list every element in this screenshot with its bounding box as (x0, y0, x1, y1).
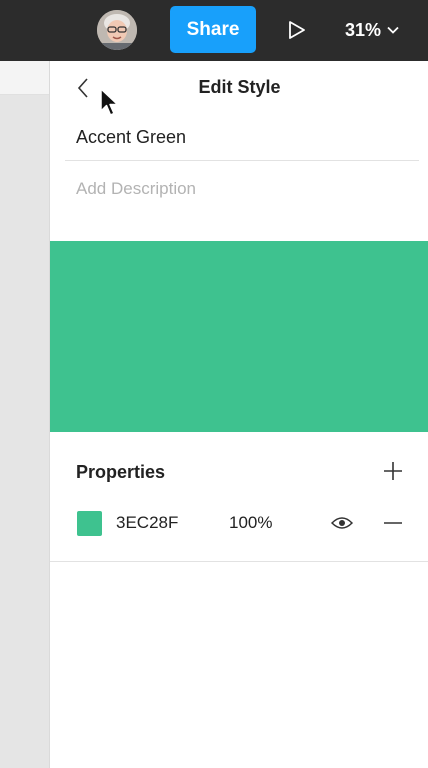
eye-icon (331, 517, 353, 529)
zoom-dropdown[interactable]: 31% (345, 16, 399, 44)
share-button[interactable]: Share (170, 6, 256, 53)
chevron-down-icon (387, 26, 399, 34)
hex-value[interactable]: 3EC28F (116, 513, 178, 533)
color-preview (50, 241, 428, 432)
add-property-button[interactable] (381, 459, 405, 483)
divider (65, 160, 419, 161)
style-name-field[interactable]: Accent Green (76, 127, 186, 148)
avatar-image (97, 10, 137, 50)
canvas-area[interactable] (0, 61, 49, 768)
edit-style-panel: Edit Style Accent Green Add Description … (49, 61, 428, 768)
visibility-toggle[interactable] (330, 511, 354, 535)
top-toolbar: Share 31% (0, 0, 428, 61)
properties-heading: Properties (76, 462, 166, 482)
zoom-value: 31% (345, 19, 382, 40)
description-field[interactable]: Add Description (76, 179, 196, 199)
canvas-ruler (0, 61, 49, 95)
user-avatar[interactable] (97, 10, 137, 50)
remove-fill-button[interactable] (381, 511, 405, 535)
color-swatch[interactable] (77, 511, 102, 536)
minus-icon (384, 522, 402, 524)
play-icon[interactable] (283, 16, 311, 44)
plus-icon (384, 462, 402, 480)
fill-row: 3EC28F 100% (50, 503, 428, 543)
panel-title: Edit Style (198, 77, 281, 97)
opacity-value[interactable]: 100% (229, 513, 272, 533)
divider (50, 561, 428, 562)
